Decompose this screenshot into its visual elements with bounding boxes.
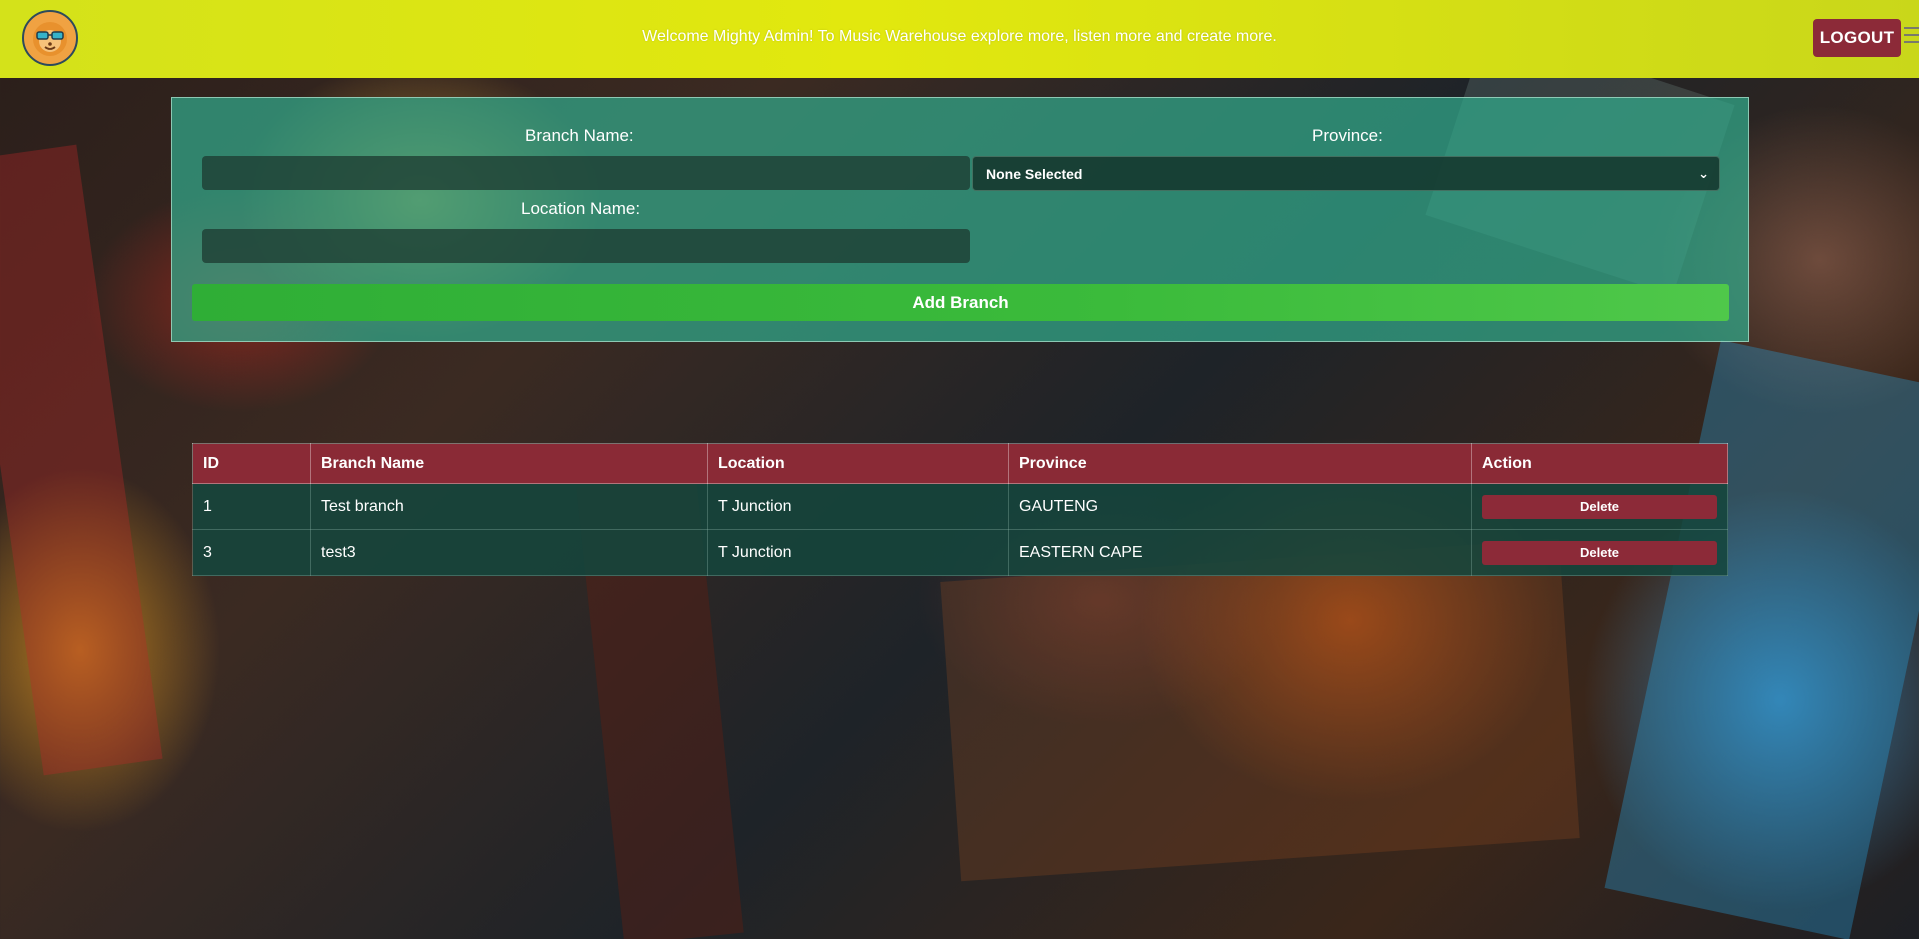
province-label: Province:	[1312, 126, 1383, 145]
cell-id: 1	[192, 483, 311, 530]
background-shard	[1604, 340, 1919, 939]
cell-branch-name: Test branch	[310, 483, 708, 530]
column-header-id: ID	[192, 443, 311, 484]
background-shard	[0, 144, 163, 776]
add-branch-button[interactable]: Add Branch	[192, 284, 1729, 321]
branches-table-container: ID Branch Name Location Province Action …	[192, 443, 1728, 576]
column-header-action: Action	[1471, 443, 1728, 484]
delete-button[interactable]: Delete	[1482, 494, 1717, 519]
table-header-row: ID Branch Name Location Province Action	[192, 443, 1728, 484]
hamburger-menu-icon[interactable]	[1904, 27, 1919, 47]
location-name-input[interactable]	[202, 229, 970, 263]
welcome-message: Welcome Mighty Admin! To Music Warehouse…	[642, 28, 1277, 45]
top-header: Welcome Mighty Admin! To Music Warehouse…	[0, 0, 1919, 78]
branches-table: ID Branch Name Location Province Action …	[192, 443, 1728, 576]
cell-province: GAUTENG	[1008, 483, 1472, 530]
cell-location: T Junction	[707, 529, 1009, 576]
background-shard	[940, 538, 1580, 882]
table-row: 1 Test branch T Junction GAUTENG Delete	[192, 483, 1728, 530]
cell-location: T Junction	[707, 483, 1009, 530]
cell-id: 3	[192, 529, 311, 576]
branch-name-label: Branch Name:	[525, 126, 634, 145]
cell-province: EASTERN CAPE	[1008, 529, 1472, 576]
cell-branch-name: test3	[310, 529, 708, 576]
cell-action: Delete	[1471, 529, 1728, 576]
province-select[interactable]: None Selected ⌄	[972, 156, 1720, 191]
delete-button[interactable]: Delete	[1482, 540, 1717, 565]
add-branch-form: Branch Name: Province: None Selected ⌄ L…	[171, 97, 1749, 342]
logout-button[interactable]: LOGOUT	[1813, 19, 1901, 57]
branch-name-input[interactable]	[202, 156, 970, 190]
column-header-province: Province	[1008, 443, 1472, 484]
location-name-label: Location Name:	[521, 199, 641, 218]
column-header-branch-name: Branch Name	[310, 443, 708, 484]
table-row: 3 test3 T Junction EASTERN CAPE Delete	[192, 529, 1728, 576]
chevron-down-icon: ⌄	[1698, 166, 1709, 181]
column-header-location: Location	[707, 443, 1009, 484]
province-selected-value: None Selected	[986, 165, 1083, 182]
cell-action: Delete	[1471, 483, 1728, 530]
